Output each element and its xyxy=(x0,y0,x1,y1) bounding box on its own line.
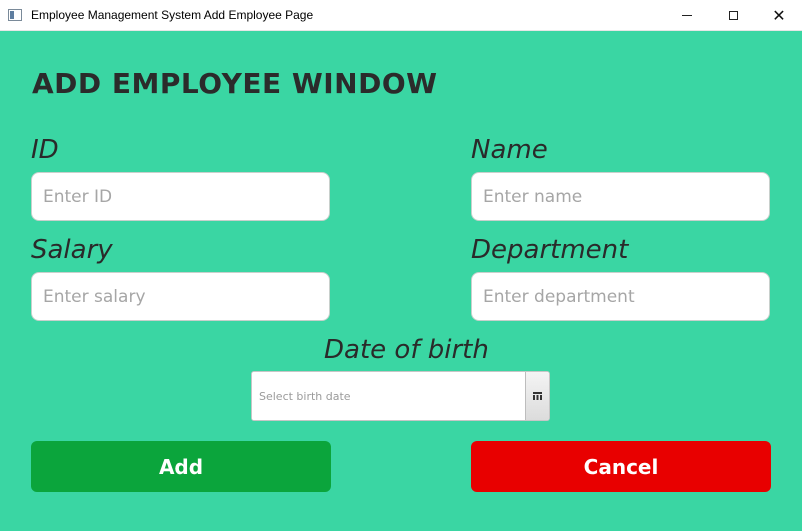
minimize-button[interactable] xyxy=(664,0,710,31)
window-titlebar: Employee Management System Add Employee … xyxy=(0,0,802,31)
window-title: Employee Management System Add Employee … xyxy=(31,8,314,22)
birth-date-picker xyxy=(251,371,550,421)
salary-label: Salary xyxy=(31,235,113,265)
id-label: ID xyxy=(31,135,59,165)
window-app-icon xyxy=(8,9,22,21)
id-input[interactable] xyxy=(31,172,330,221)
birth-date-input[interactable] xyxy=(252,372,526,420)
calendar-button[interactable] xyxy=(525,372,549,420)
name-input[interactable] xyxy=(471,172,770,221)
add-employee-form: ADD EMPLOYEE WINDOW ID Name Salary Depar… xyxy=(0,31,802,531)
close-icon: ✕ xyxy=(772,5,786,25)
page-title: ADD EMPLOYEE WINDOW xyxy=(32,67,438,100)
maximize-icon xyxy=(728,11,738,20)
cancel-button[interactable]: Cancel xyxy=(471,441,771,492)
department-input[interactable] xyxy=(471,272,770,321)
maximize-button[interactable] xyxy=(710,0,756,31)
salary-input[interactable] xyxy=(31,272,330,321)
dob-label: Date of birth xyxy=(324,335,489,365)
calendar-icon xyxy=(533,392,542,400)
minimize-icon xyxy=(682,15,692,16)
close-button[interactable]: ✕ xyxy=(756,0,802,31)
name-label: Name xyxy=(471,135,548,165)
department-label: Department xyxy=(471,235,629,265)
add-button[interactable]: Add xyxy=(31,441,331,492)
